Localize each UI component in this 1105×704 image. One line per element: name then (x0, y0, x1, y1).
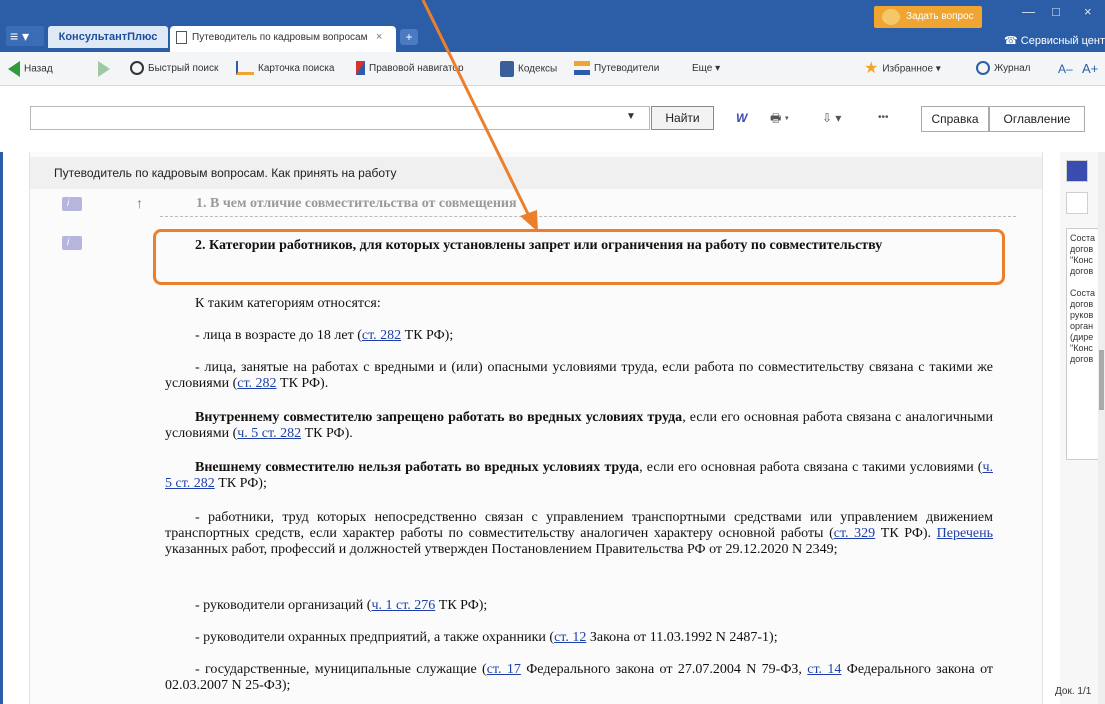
annotation-arrow-head (520, 210, 538, 232)
info-panel-icon[interactable] (1066, 160, 1088, 182)
document-counter: Док. 1/1 (1055, 686, 1092, 697)
scrollbar[interactable] (1098, 152, 1105, 704)
annotation-arrow-line (421, 0, 532, 219)
scrollbar-thumb[interactable] (1099, 350, 1104, 410)
edit-note-icon[interactable] (1066, 192, 1088, 214)
annotation-arrow (421, 0, 538, 232)
